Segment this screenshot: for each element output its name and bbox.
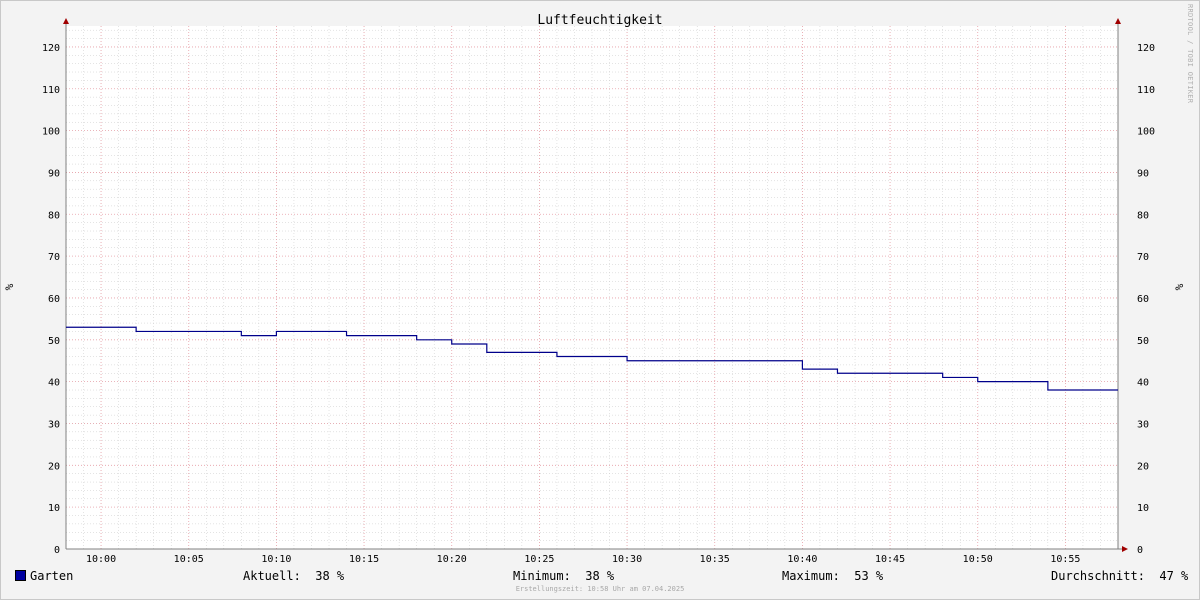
y-tick-label-right: 10 [1137,503,1149,514]
y-tick-label-right: 30 [1137,419,1149,430]
y-tick-label-left: 70 [48,252,60,263]
x-tick-label: 10:55 [1050,554,1080,565]
x-tick-label: 10:45 [875,554,905,565]
y-tick-label-left: 80 [48,210,60,221]
y-tick-label-right: 60 [1137,294,1149,305]
x-tick-label: 10:20 [437,554,467,565]
x-tick-label: 10:40 [787,554,817,565]
legend-maximum: Maximum: 53 % [782,569,884,583]
x-tick-label: 10:15 [349,554,379,565]
y-tick-label-right: 110 [1137,85,1155,96]
x-tick-label: 10:50 [963,554,993,565]
y-tick-label-left: 50 [48,336,60,347]
y-tick-label-right: 40 [1137,378,1149,389]
legend-swatch [15,570,26,581]
legend-average: Durchschnitt: 47 % [1051,569,1189,583]
grid-layer [65,26,1119,550]
chart-title: Luftfeuchtigkeit [537,13,662,28]
y-tick-label-left: 90 [48,168,60,179]
legend-series-name: Garten [30,569,74,583]
y-tick-label-right: 0 [1137,545,1143,556]
y-axis-arrow-right [1115,18,1121,24]
legend-current: Aktuell: 38 % [243,569,345,583]
x-tick-label: 10:25 [524,554,554,565]
x-tick-label: 10:05 [174,554,204,565]
y-tick-label-left: 120 [42,43,60,54]
y-tick-label-left: 100 [42,127,60,138]
y-tick-label-left: 20 [48,461,60,472]
y-tick-label-left: 60 [48,294,60,305]
y-tick-label-left: 40 [48,378,60,389]
footer-timestamp: Erstellungszeit: 10:58 Uhr am 07.04.2025 [515,585,685,593]
legend-minimum: Minimum: 38 % [513,569,615,583]
y-tick-label-right: 70 [1137,252,1149,263]
y-axis-label-right: % [1173,283,1186,290]
y-tick-label-right: 20 [1137,461,1149,472]
chart-svg: 0 0 10 10 20 20 30 30 40 40 50 50 60 60 70 70 80 80 90 90 10… [3,13,1186,565]
y-tick-label-right: 90 [1137,168,1149,179]
y-tick-label-left: 110 [42,85,60,96]
x-axis-arrow [1122,546,1128,552]
y-tick-label-right: 80 [1137,210,1149,221]
watermark: RRDTOOL / TOBI OETIKER [1186,4,1194,104]
y-tick-label-left: 10 [48,503,60,514]
y-tick-label-left: 0 [54,545,60,556]
y-axis-label-left: % [3,283,16,290]
x-tick-label: 10:10 [261,554,291,565]
y-tick-label-right: 100 [1137,127,1155,138]
x-tick-label: 10:00 [86,554,116,565]
x-tick-label: 10:35 [700,554,730,565]
y-tick-label-left: 30 [48,419,60,430]
x-tick-label: 10:30 [612,554,642,565]
y-tick-label-right: 120 [1137,43,1155,54]
y-tick-label-right: 50 [1137,336,1149,347]
y-axis-arrow-left [63,18,69,24]
